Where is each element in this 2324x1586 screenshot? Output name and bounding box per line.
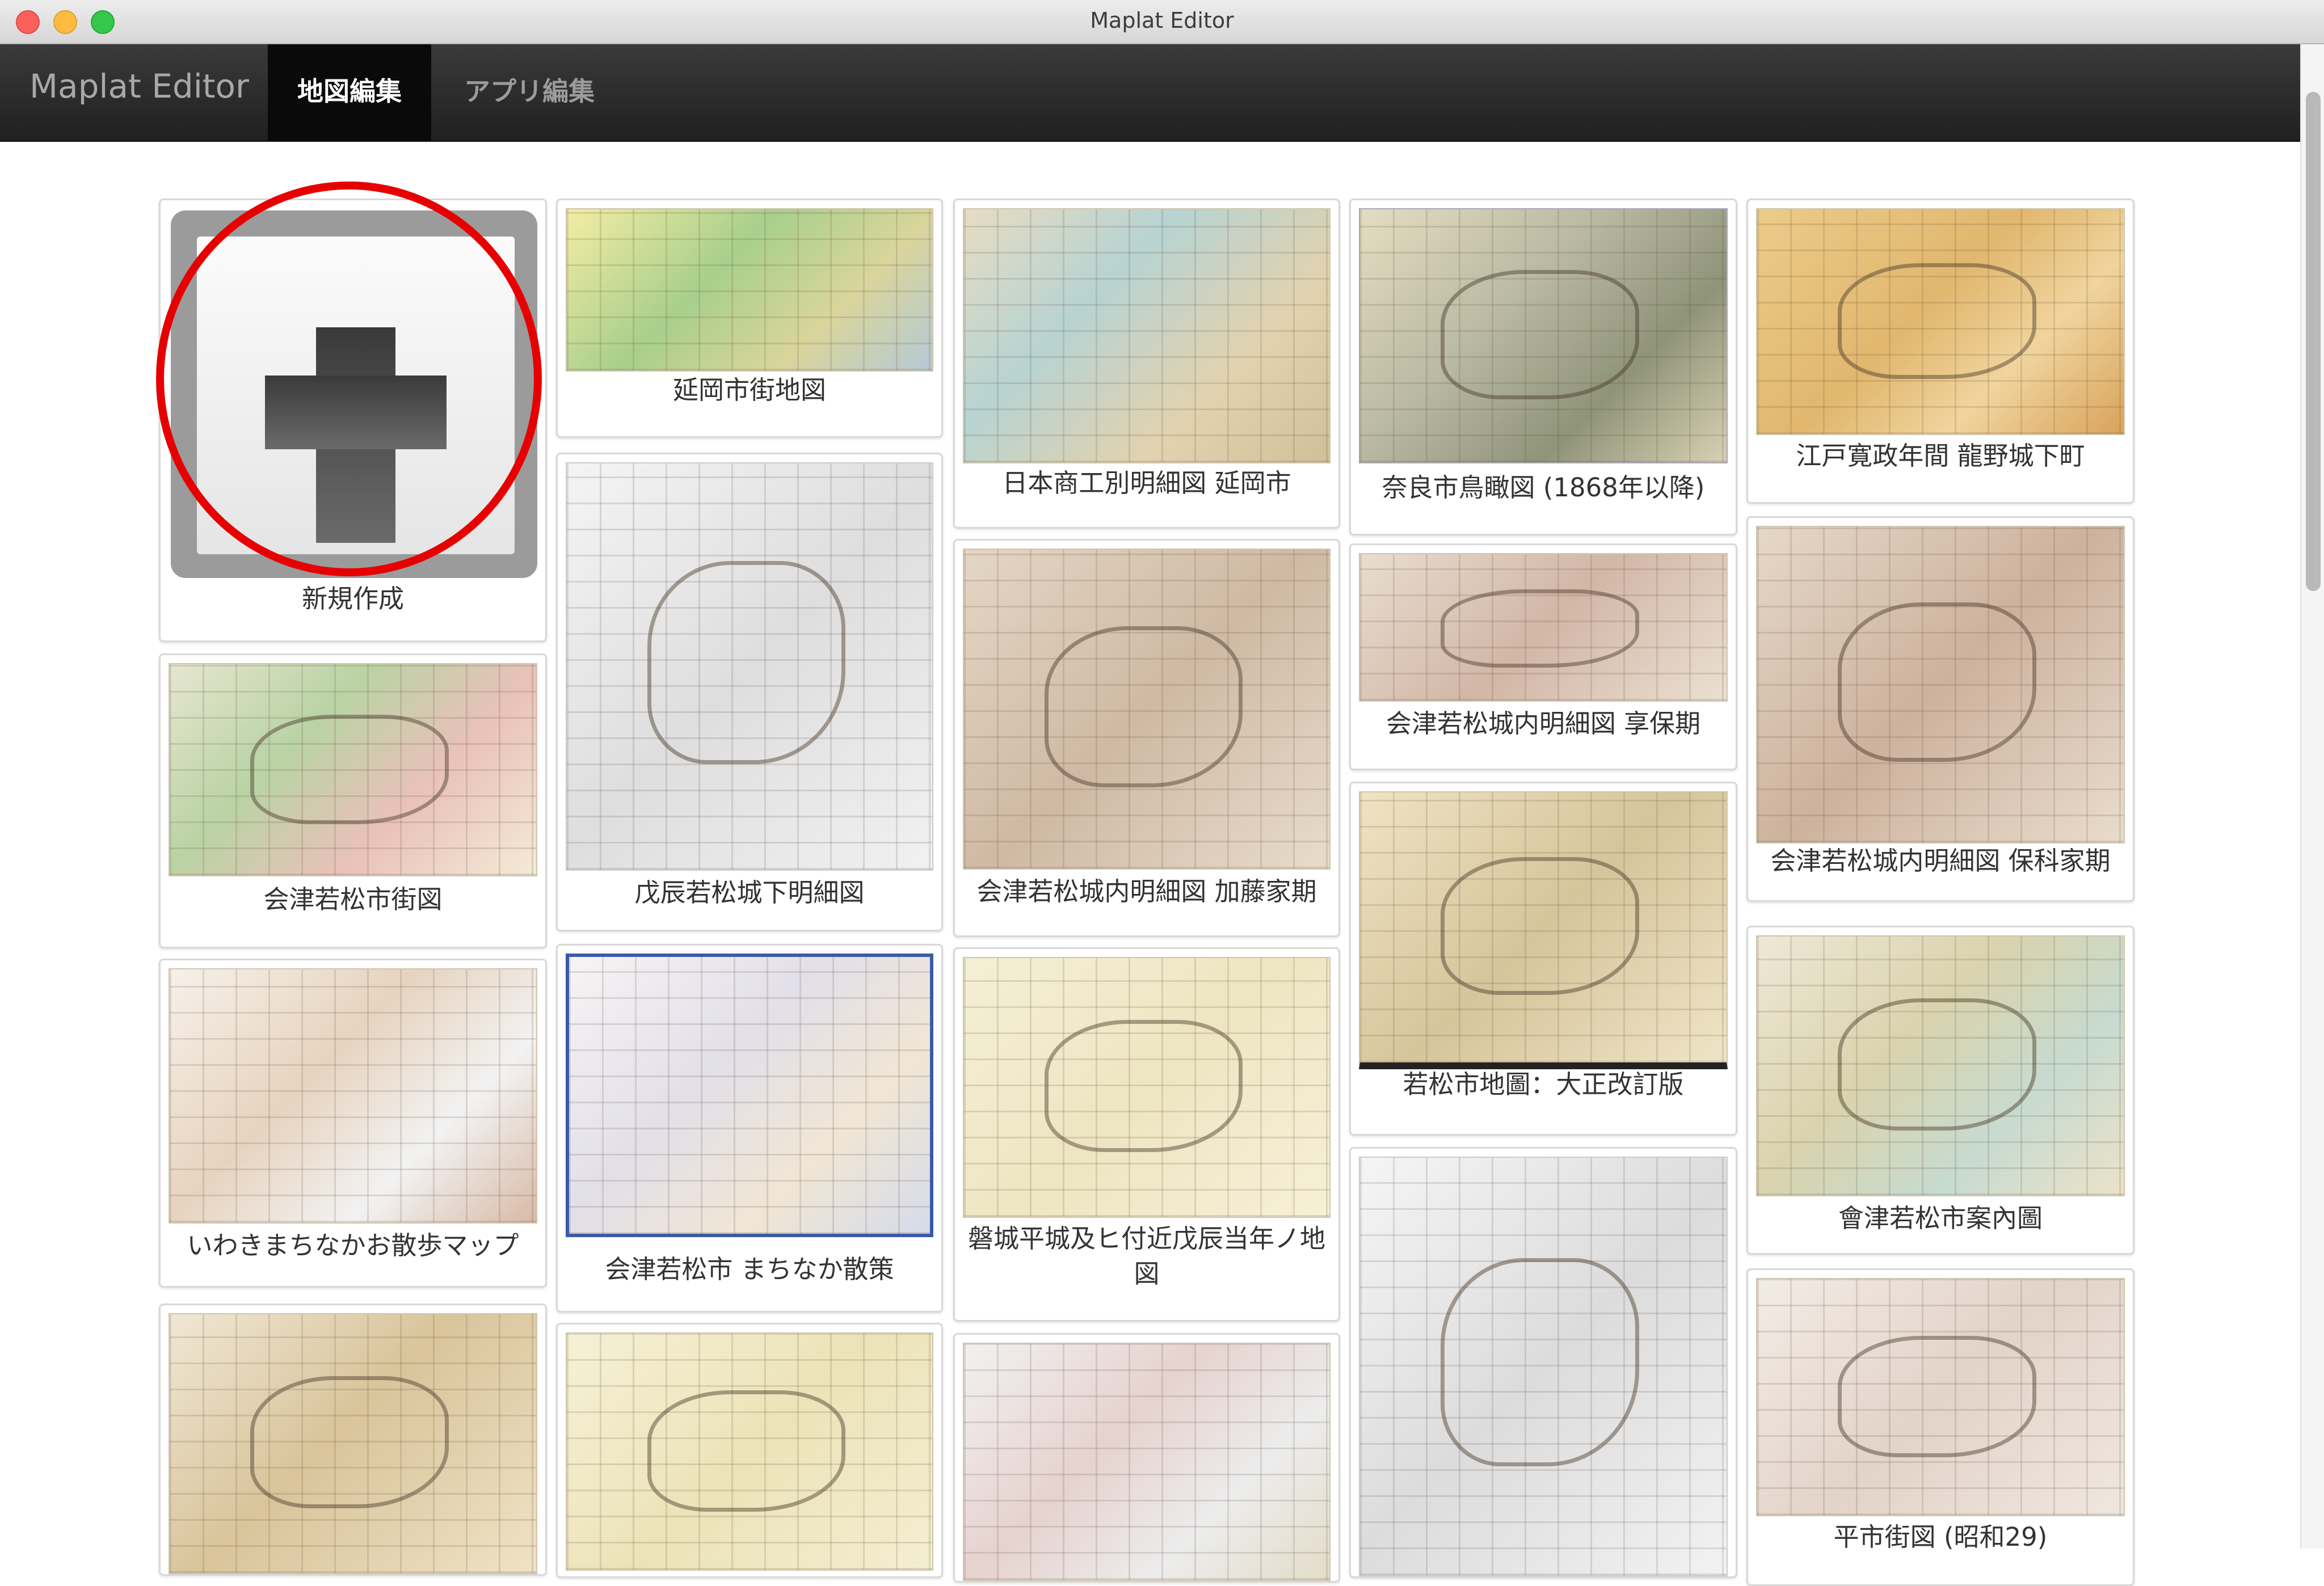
map-title: 会津若松城内明細図 保科家期: [1770, 846, 2111, 876]
app-navbar: Maplat Editor 地図編集 アプリ編集: [0, 44, 2324, 142]
scrollbar-thumb[interactable]: [2306, 92, 2321, 591]
map-thumbnail: [169, 1313, 537, 1574]
map-card[interactable]: 延岡市街地図: [556, 199, 943, 438]
map-title: いわきまちなかお散歩マップ: [187, 1230, 519, 1260]
map-thumbnail: [1359, 208, 1728, 463]
map-card[interactable]: 会津若松城内明細図 加藤家期: [953, 539, 1340, 937]
map-title: 奈良市鳥瞰図 (1868年以降): [1382, 473, 1705, 503]
map-thumbnail: [566, 1332, 933, 1571]
map-thumbnail: [1756, 1278, 2125, 1516]
map-title: 会津若松市街図: [263, 884, 443, 914]
map-card[interactable]: 奈良市鳥瞰図 (1868年以降): [1349, 199, 1737, 535]
map-thumbnail: [963, 208, 1331, 463]
vertical-scrollbar[interactable]: [2300, 44, 2324, 1549]
map-card[interactable]: [159, 1304, 547, 1576]
map-card[interactable]: 日本商工別明細図 延岡市: [953, 199, 1340, 529]
map-card[interactable]: 戊辰若松城下明細図: [556, 453, 943, 931]
map-title: 平市街図 (昭和29): [1833, 1522, 2048, 1552]
map-thumbnail: [1359, 791, 1728, 1069]
map-card[interactable]: 江戸寛政年間 龍野城下町: [1746, 199, 2134, 504]
map-title: 会津若松城内明細図 享保期: [1386, 708, 1701, 739]
window-titlebar: Maplat Editor: [0, 0, 2324, 44]
map-card[interactable]: 平市街図 (昭和29): [1746, 1268, 2134, 1586]
map-thumbnail: [963, 1343, 1331, 1581]
map-card[interactable]: 磐城平城及ヒ付近戊辰当年ノ地図: [953, 947, 1340, 1322]
map-thumbnail: [1756, 935, 2125, 1196]
map-title: 延岡市街地図: [672, 375, 826, 405]
window-title: Maplat Editor: [1090, 8, 1234, 33]
map-thumbnail: [169, 968, 537, 1224]
map-card[interactable]: 会津若松城内明細図 享保期: [1349, 543, 1737, 770]
map-thumbnail: [566, 954, 933, 1237]
new-map-card[interactable]: 新規作成: [159, 199, 547, 642]
map-title: 若松市地圖：大正改訂版: [1403, 1069, 1684, 1099]
map-thumbnail: [1756, 208, 2125, 435]
map-title: 会津若松城内明細図 加藤家期: [976, 876, 1317, 906]
map-card[interactable]: 会津若松市 まちなか散策: [556, 944, 943, 1313]
map-thumbnail: [1359, 553, 1728, 702]
map-card[interactable]: 若松市地圖：大正改訂版: [1349, 782, 1737, 1136]
map-title: 江戸寛政年間 龍野城下町: [1796, 441, 2085, 471]
map-title: 會津若松市案內圖: [1838, 1203, 2043, 1233]
map-thumbnail: [1756, 526, 2125, 843]
tab-map-editing[interactable]: 地図編集: [268, 44, 431, 141]
map-card[interactable]: [556, 1323, 943, 1578]
map-card[interactable]: 會津若松市案內圖: [1746, 926, 2134, 1255]
map-card[interactable]: [953, 1333, 1340, 1583]
map-title: 磐城平城及ヒ付近戊辰当年ノ地図: [967, 1224, 1325, 1289]
map-thumbnail: [963, 549, 1331, 870]
map-card[interactable]: いわきまちなかお散歩マップ: [159, 959, 547, 1288]
map-title: 日本商工別明細図 延岡市: [1002, 468, 1291, 498]
map-thumbnail: [566, 462, 933, 871]
new-map-thumbnail: [171, 210, 537, 578]
map-title: 戊辰若松城下明細図: [634, 878, 865, 908]
map-card[interactable]: [1349, 1147, 1737, 1578]
map-thumbnail: [169, 663, 537, 876]
map-thumbnail: [963, 957, 1331, 1218]
tab-app-editing[interactable]: アプリ編集: [435, 44, 624, 141]
map-card[interactable]: 会津若松城内明細図 保科家期: [1746, 516, 2134, 902]
map-thumbnail: [1359, 1157, 1728, 1576]
map-title: 会津若松市 まちなか散策: [605, 1254, 894, 1284]
map-thumbnail: [566, 208, 933, 372]
map-card[interactable]: 会津若松市街図: [159, 653, 547, 948]
app-brand[interactable]: Maplat Editor: [30, 67, 249, 106]
new-map-label: 新規作成: [301, 584, 404, 614]
